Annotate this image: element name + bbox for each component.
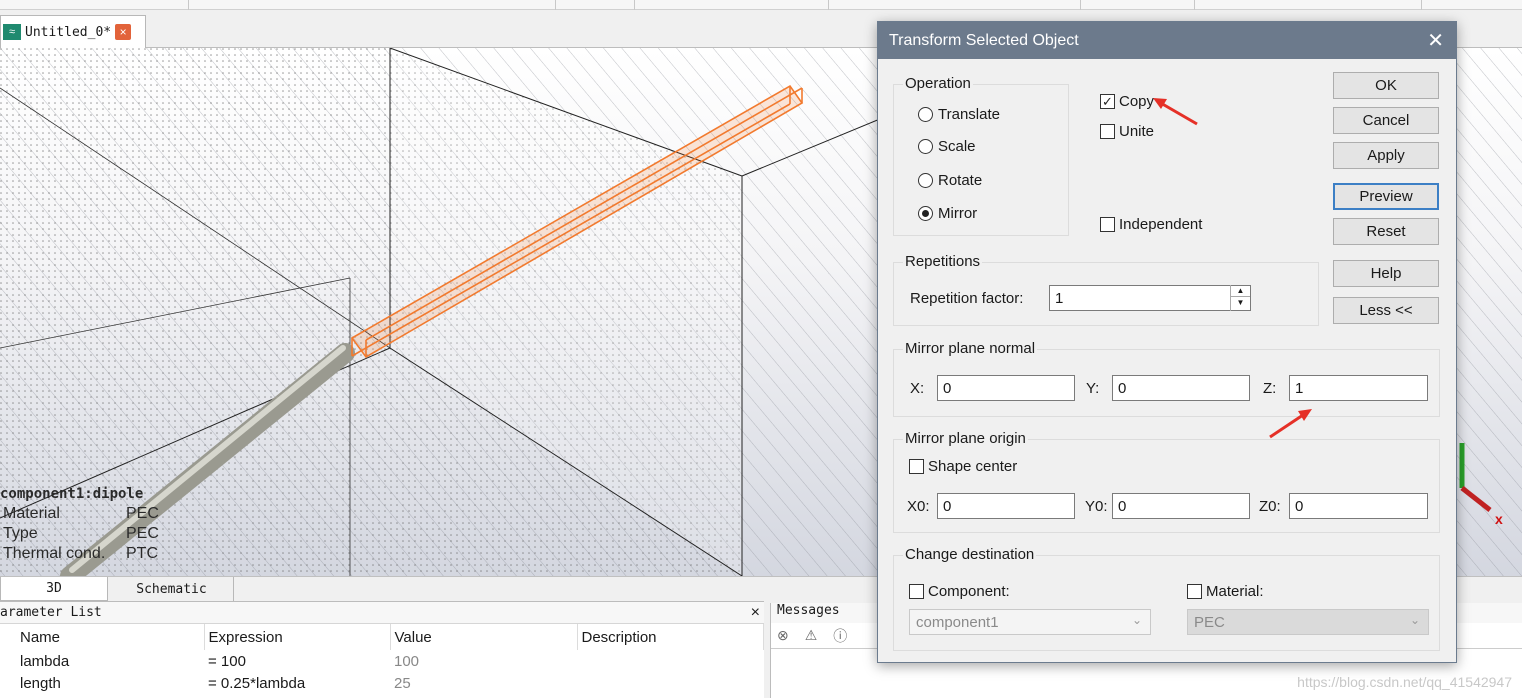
app-logo-icon: ≈	[3, 24, 21, 40]
info-row: Thermal cond. PTC	[3, 545, 158, 562]
destination-group	[893, 555, 1440, 651]
axis-x-label: x	[1495, 511, 1503, 527]
close-panel-icon[interactable]: ×	[751, 604, 760, 622]
column-header-name[interactable]: Name	[0, 624, 205, 650]
radio-rotate[interactable]: Rotate	[918, 172, 982, 189]
tab-schematic[interactable]: Schematic	[110, 577, 234, 601]
origin-z0-label: Z0:	[1259, 498, 1281, 515]
independent-checkbox[interactable]: Independent	[1100, 216, 1202, 233]
mirror-normal-group-label: Mirror plane normal	[903, 340, 1038, 357]
repetition-factor-stepper[interactable]: ▲ ▼	[1230, 285, 1250, 311]
repetition-factor-input[interactable]: 1	[1049, 285, 1251, 311]
checkbox-icon[interactable]	[909, 459, 924, 474]
cancel-button[interactable]: Cancel	[1333, 107, 1439, 134]
origin-y0-input[interactable]: 0	[1112, 493, 1250, 519]
radio-translate[interactable]: Translate	[918, 106, 1000, 123]
table-header-row: Name Expression Value Description	[0, 624, 764, 650]
info-row: Type PEC	[3, 525, 159, 542]
preview-button[interactable]: Preview	[1333, 183, 1439, 210]
dialog-titlebar[interactable]: Transform Selected Object ✕	[878, 22, 1456, 59]
info-filter-icon[interactable]: ⓘ	[833, 626, 847, 646]
origin-x0-input[interactable]: 0	[937, 493, 1075, 519]
column-header-expression[interactable]: Expression	[204, 624, 391, 650]
shape-center-checkbox[interactable]: Shape center	[909, 458, 1017, 475]
material-dropdown[interactable]: PEC ⌄	[1187, 609, 1429, 635]
parameter-list-panel: arameter List × Name Expression Value De…	[0, 601, 764, 698]
ribbon-strip	[0, 0, 1522, 10]
unite-checkbox[interactable]: Unite	[1100, 123, 1154, 140]
origin-x0-label: X0:	[907, 498, 930, 515]
transform-dialog: Transform Selected Object ✕ Operation Tr…	[877, 21, 1457, 663]
chevron-down-icon[interactable]: ⌄	[1132, 613, 1142, 627]
info-row: Material PEC	[3, 505, 159, 522]
spin-down-icon[interactable]: ▼	[1231, 297, 1250, 309]
help-button[interactable]: Help	[1333, 260, 1439, 287]
origin-y0-label: Y0:	[1085, 498, 1108, 515]
repetition-factor-label: Repetition factor:	[910, 290, 1024, 307]
checkbox-icon[interactable]	[1187, 584, 1202, 599]
warning-filter-icon[interactable]: ⚠	[805, 627, 818, 644]
normal-x-input[interactable]: 0	[937, 375, 1075, 401]
column-header-value[interactable]: Value	[390, 624, 578, 650]
operation-group-label: Operation	[903, 75, 973, 92]
dialog-title: Transform Selected Object	[889, 31, 1079, 49]
object-info-box: component1:dipole Material PEC Type PEC Th…	[0, 484, 159, 564]
close-dialog-icon[interactable]: ✕	[1427, 31, 1444, 51]
checkbox-icon[interactable]	[909, 584, 924, 599]
copy-checkbox[interactable]: ✓ Copy	[1100, 93, 1154, 110]
app-window: ≈ Untitled_0* × x component1:dipole Mate…	[0, 0, 1522, 698]
spin-up-icon[interactable]: ▲	[1231, 285, 1250, 297]
table-row[interactable]: lambda = 100 100	[0, 650, 764, 672]
component-checkbox[interactable]: Component:	[909, 583, 1010, 600]
checkbox-checked-icon[interactable]: ✓	[1100, 94, 1115, 109]
radio-dot-selected[interactable]	[918, 206, 933, 221]
close-tab-icon[interactable]: ×	[115, 24, 132, 40]
watermark: https://blog.csdn.net/qq_41542947	[1297, 674, 1512, 690]
normal-y-input[interactable]: 0	[1112, 375, 1250, 401]
mirror-origin-group-label: Mirror plane origin	[903, 430, 1028, 447]
origin-z0-input[interactable]: 0	[1289, 493, 1428, 519]
radio-mirror[interactable]: Mirror	[918, 205, 977, 222]
destination-group-label: Change destination	[903, 546, 1037, 563]
radio-dot[interactable]	[918, 173, 933, 188]
parameter-table: Name Expression Value Description lambda…	[0, 624, 764, 694]
checkbox-icon[interactable]	[1100, 124, 1115, 139]
apply-button[interactable]: Apply	[1333, 142, 1439, 169]
ok-button[interactable]: OK	[1333, 72, 1439, 99]
tab-3d[interactable]: 3D	[0, 577, 108, 601]
material-checkbox[interactable]: Material:	[1187, 583, 1264, 600]
info-heading: component1:dipole	[0, 486, 144, 502]
chevron-down-icon[interactable]: ⌄	[1410, 613, 1420, 627]
component-dropdown[interactable]: component1 ⌄	[909, 609, 1151, 635]
normal-y-label: Y:	[1086, 380, 1100, 397]
document-tab-title: Untitled_0*	[25, 24, 112, 40]
error-filter-icon[interactable]: ⊗	[777, 627, 789, 644]
reset-button[interactable]: Reset	[1333, 218, 1439, 245]
annotation-arrow-icon	[1269, 409, 1312, 439]
checkbox-icon[interactable]	[1100, 217, 1115, 232]
document-tab[interactable]: ≈ Untitled_0* ×	[0, 15, 146, 48]
repetitions-group-label: Repetitions	[903, 253, 983, 270]
annotation-arrow-icon	[1153, 98, 1198, 126]
radio-scale[interactable]: Scale	[918, 138, 976, 155]
normal-z-label: Z:	[1263, 380, 1277, 397]
column-header-description[interactable]: Description	[577, 624, 764, 650]
radio-dot[interactable]	[918, 107, 933, 122]
less-button[interactable]: Less <<	[1333, 297, 1439, 324]
normal-z-input[interactable]: 1	[1289, 375, 1428, 401]
parameter-list-header: arameter List ×	[0, 602, 764, 624]
normal-x-label: X:	[910, 380, 925, 397]
table-row[interactable]: length = 0.25*lambda 25	[0, 672, 764, 694]
radio-dot[interactable]	[918, 139, 933, 154]
parameter-list-title: arameter List	[0, 605, 102, 620]
